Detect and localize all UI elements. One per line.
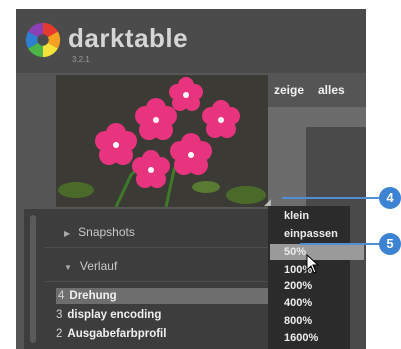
app-header: darktable 3.2.1 bbox=[16, 9, 366, 73]
callout-line bbox=[300, 243, 380, 245]
zoom-option[interactable]: 800% bbox=[284, 313, 312, 329]
app-name: darktable bbox=[68, 23, 189, 53]
panel-scrollbar[interactable] bbox=[30, 215, 36, 343]
zoom-option[interactable]: 1600% bbox=[284, 330, 318, 346]
zoom-label[interactable]: zeige bbox=[274, 83, 304, 97]
history-item-number: 2 bbox=[56, 328, 63, 340]
zoom-option[interactable]: 200% bbox=[284, 278, 312, 294]
divider bbox=[44, 247, 268, 248]
snapshots-module[interactable]: ▶ Snapshots bbox=[64, 225, 135, 239]
history-label: Verlauf bbox=[79, 259, 118, 273]
history-item-label: display encoding bbox=[67, 309, 162, 321]
mouse-pointer-icon bbox=[306, 254, 320, 274]
navigation-thumbnail[interactable] bbox=[56, 75, 268, 207]
app-version: 3.2.1 bbox=[72, 55, 90, 64]
history-item[interactable]: 4 Drehung bbox=[56, 288, 268, 304]
center-toolbar: zeige alles bbox=[268, 73, 366, 107]
callout-line bbox=[282, 197, 382, 199]
zoom-option[interactable]: 400% bbox=[284, 295, 312, 311]
flower-photo bbox=[56, 75, 268, 207]
callout-badge: 5 bbox=[379, 233, 401, 255]
history-module[interactable]: ▼ Verlauf bbox=[64, 259, 117, 273]
zoom-option[interactable]: klein bbox=[284, 208, 309, 224]
zoom-option[interactable]: einpassen bbox=[284, 226, 338, 242]
divider bbox=[44, 281, 268, 282]
history-item[interactable]: 3 display encoding bbox=[56, 307, 161, 323]
all-label[interactable]: alles bbox=[318, 83, 345, 97]
history-item-label: Ausgabefarbprofil bbox=[67, 328, 167, 340]
callout-badge: 4 bbox=[379, 187, 401, 209]
darktable-logo-icon bbox=[25, 22, 61, 58]
history-item[interactable]: 2 Ausgabefarbprofil bbox=[56, 326, 166, 342]
triangle-right-icon: ▶ bbox=[64, 229, 71, 238]
history-item-label: Drehung bbox=[69, 290, 117, 302]
triangle-down-icon: ▼ bbox=[64, 263, 72, 272]
history-item-number: 3 bbox=[56, 309, 63, 321]
history-item-number: 4 bbox=[58, 290, 65, 302]
snapshots-label: Snapshots bbox=[78, 225, 135, 239]
